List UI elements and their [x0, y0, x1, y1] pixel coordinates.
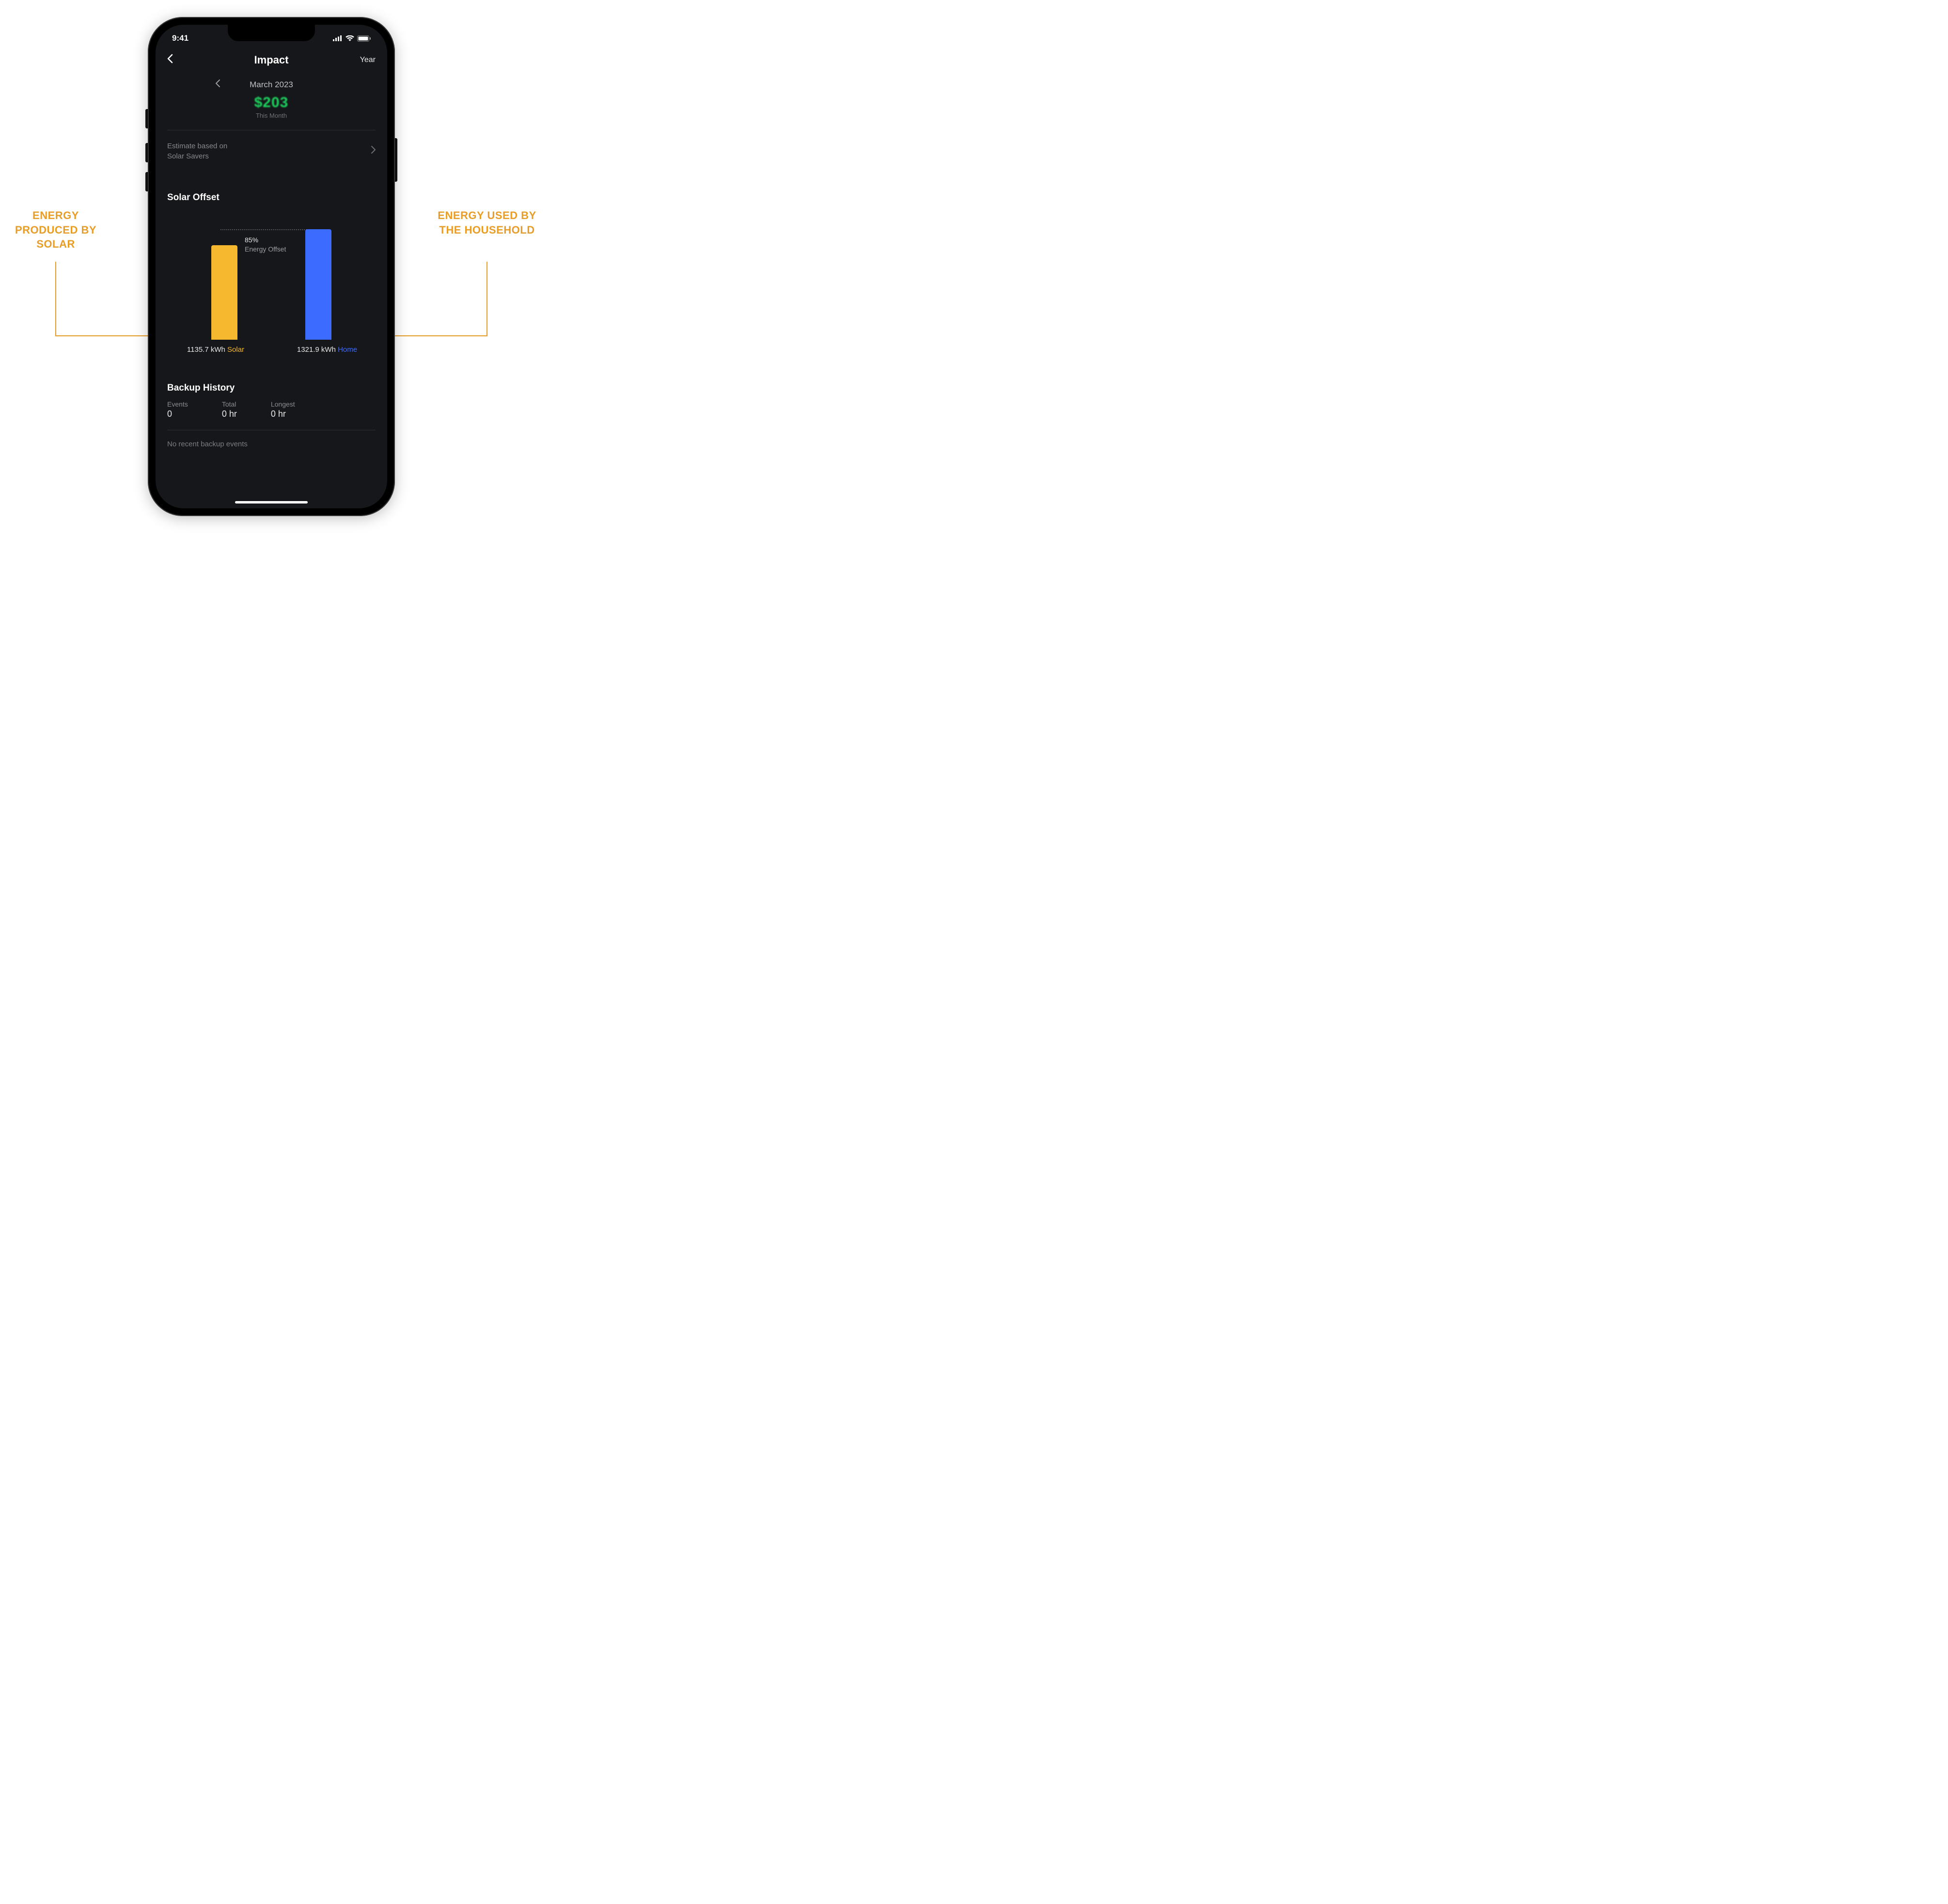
prev-month-button[interactable] [216, 79, 220, 90]
chevron-left-icon [167, 54, 173, 63]
annotation-solar-produced: ENERGY PRODUCED BY SOLAR [0, 208, 111, 252]
solar-offset-title: Solar Offset [167, 192, 376, 203]
chart-caption-home: 1321.9 kWh Home [288, 346, 366, 354]
savings-amount: $203 [167, 94, 376, 111]
page-header: Impact Year [156, 46, 387, 71]
solar-offset-chart: 85% Energy Offset [167, 214, 376, 340]
backup-stats: Events 0 Total 0 hr Longest 0 hr [167, 400, 376, 419]
chart-offset-annotation: 85% Energy Offset [245, 236, 298, 254]
savings-amount-block: $203 This Month [167, 94, 376, 119]
status-time: 9:41 [172, 33, 189, 43]
backup-total: Total 0 hr [222, 400, 237, 419]
status-right-icons [333, 35, 371, 42]
year-toggle[interactable]: Year [360, 56, 376, 64]
wifi-icon [346, 35, 354, 41]
signal-icon [333, 35, 343, 41]
page-title: Impact [156, 54, 387, 66]
annotation-home-usage: ENERGY USED BY THE HOUSEHOLD [431, 208, 543, 237]
estimate-text: Estimate based on Solar Savers [167, 141, 227, 161]
app-screen: 9:41 Impact Year March 2023 [156, 25, 387, 508]
chart-captions: 1135.7 kWh Solar 1321.9 kWh Home [167, 346, 376, 354]
backup-events: Events 0 [167, 400, 188, 419]
estimate-row[interactable]: Estimate based on Solar Savers [167, 130, 376, 172]
backup-longest: Longest 0 hr [271, 400, 295, 419]
month-selector: March 2023 [167, 79, 376, 90]
phone-frame: 9:41 Impact Year March 2023 [148, 17, 395, 516]
chart-bar-home [305, 229, 331, 340]
chart-bar-solar [211, 245, 237, 340]
backup-history-title: Backup History [167, 383, 376, 393]
battery-icon [357, 35, 371, 42]
month-label: March 2023 [250, 80, 293, 90]
back-button[interactable] [167, 54, 173, 66]
chevron-left-icon [216, 79, 220, 87]
home-indicator[interactable] [235, 501, 308, 504]
savings-caption: This Month [167, 112, 376, 119]
chevron-right-icon [371, 146, 376, 157]
chart-caption-solar: 1135.7 kWh Solar [177, 346, 254, 354]
backup-empty-message: No recent backup events [167, 440, 376, 448]
notch [228, 25, 315, 41]
